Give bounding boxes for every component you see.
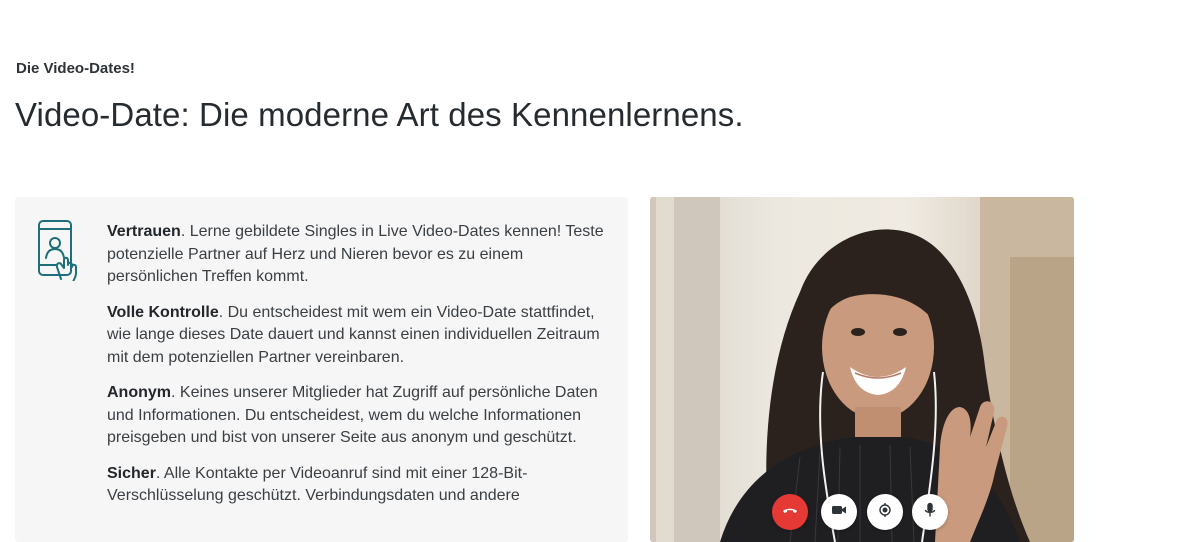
feature-text: . Lerne gebildete Singles in Live Video-… xyxy=(107,223,604,285)
microphone-button[interactable] xyxy=(912,494,948,530)
features-list: Vertrauen. Lerne gebildete Singles in Li… xyxy=(107,221,607,521)
feature-text: . Alle Kontakte per Videoanruf sind mit … xyxy=(107,464,528,505)
feature-text: . Keines unserer Mitglieder hat Zugriff … xyxy=(107,384,598,446)
feature-title: Vertrauen xyxy=(107,223,181,240)
feature-title: Volle Kontrolle xyxy=(107,303,219,321)
section-eyebrow: Die Video-Dates! xyxy=(16,60,135,77)
hangup-button[interactable] xyxy=(772,494,808,530)
camera-toggle-button[interactable] xyxy=(821,494,857,530)
feature-control: Volle Kontrolle. Du entscheidest mit wem… xyxy=(107,302,607,370)
video-camera-icon xyxy=(831,502,847,523)
features-panel: Vertrauen. Lerne gebildete Singles in Li… xyxy=(15,197,628,542)
camera-switch-icon xyxy=(877,502,893,523)
section-headline: Video-Date: Die moderne Art des Kennenle… xyxy=(15,96,744,133)
video-call-preview xyxy=(650,197,1074,542)
feature-title: Sicher xyxy=(107,464,156,482)
feature-trust: Vertrauen. Lerne gebildete Singles in Li… xyxy=(107,221,607,289)
video-call-controls xyxy=(650,484,1074,542)
feature-anonymous: Anonym. Keines unserer Mitglieder hat Zu… xyxy=(107,382,607,450)
feature-title: Anonym xyxy=(107,384,171,401)
microphone-icon xyxy=(922,502,938,523)
phone-hangup-icon xyxy=(782,502,798,523)
switch-camera-button[interactable] xyxy=(867,494,903,530)
feature-secure: Sicher. Alle Kontakte per Videoanruf sin… xyxy=(107,463,607,508)
phone-video-call-icon xyxy=(37,219,85,283)
